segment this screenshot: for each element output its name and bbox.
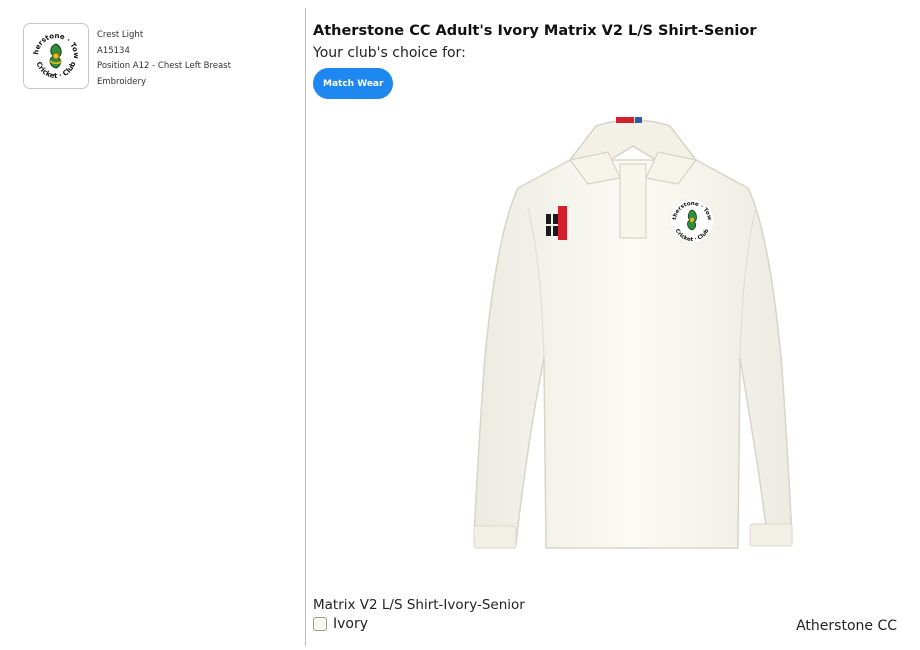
match-wear-button[interactable]: Match Wear xyxy=(313,68,394,99)
club-choice-label: Your club's choice for: xyxy=(313,45,466,61)
variant-name: Matrix V2 L/S Shirt-Ivory-Senior xyxy=(313,597,525,613)
crest-thumbnail[interactable]: Atherstone · Town Cricket · Club xyxy=(23,23,89,89)
product-title: Atherstone CC Adult's Ivory Matrix V2 L/… xyxy=(313,23,757,39)
crest-name: Crest Light xyxy=(97,30,144,40)
colour-option[interactable]: Ivory xyxy=(313,616,368,632)
colour-swatch[interactable] xyxy=(313,617,327,631)
club-name: Atherstone CC xyxy=(796,618,897,634)
crest-code: A15134 xyxy=(97,45,130,56)
colour-label: Ivory xyxy=(333,616,369,632)
product-image[interactable]: Atherstone · Town Cricket · Club xyxy=(468,104,796,556)
crest-panel: Atherstone · Town Cricket · Club Crest L… xyxy=(0,0,305,650)
crest-method: Embroidery xyxy=(97,76,147,87)
long-sleeve-cricket-shirt-icon: Atherstone · Town Cricket · Club xyxy=(468,104,793,549)
crest-details: Crest Light A15134 Position A12 - Chest … xyxy=(97,28,231,90)
crest-position: Position A12 - Chest Left Breast xyxy=(97,61,231,71)
panel-divider xyxy=(305,8,306,646)
club-crest-logo-icon: Atherstone · Town Cricket · Club xyxy=(28,28,83,83)
